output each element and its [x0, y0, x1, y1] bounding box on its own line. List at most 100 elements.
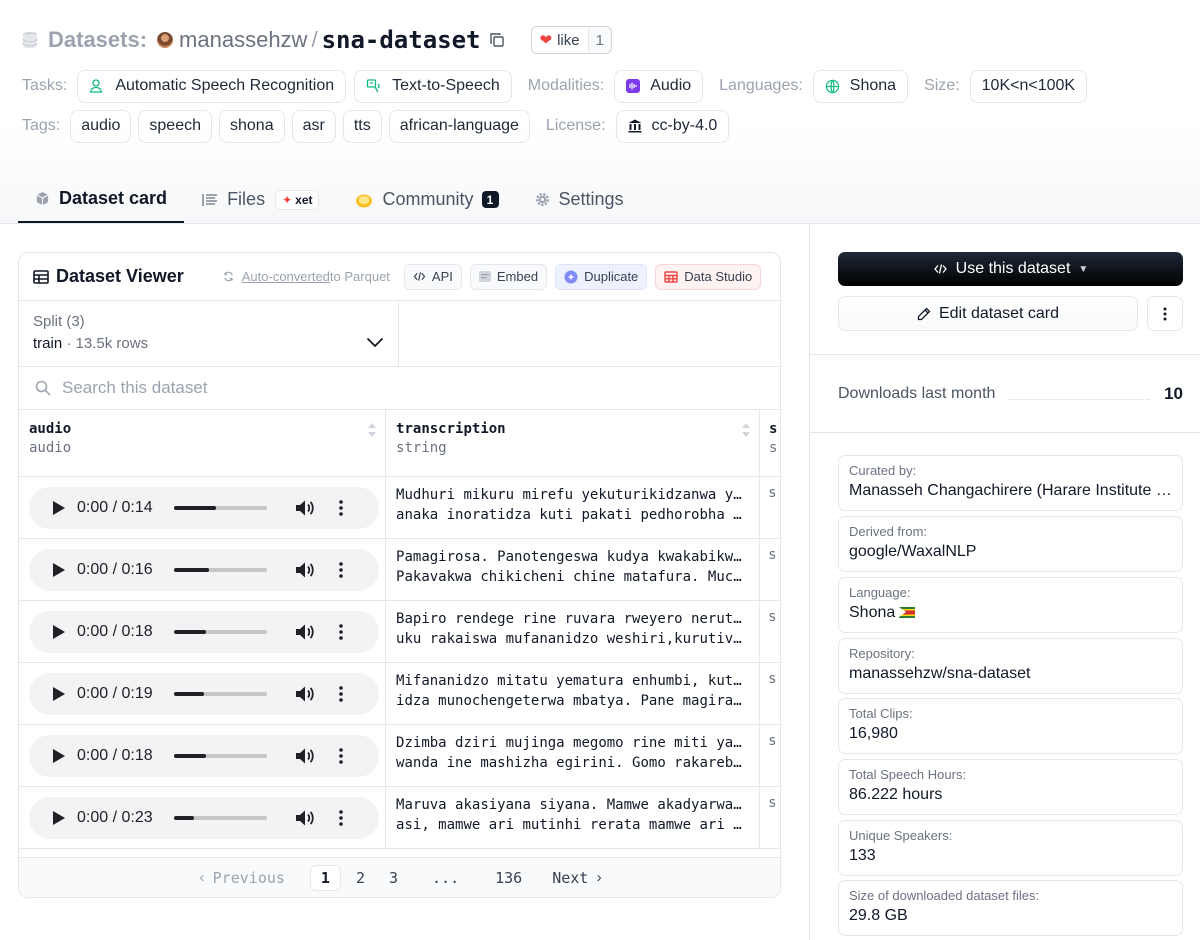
volume-icon[interactable] — [295, 809, 315, 827]
volume-icon[interactable] — [295, 561, 315, 579]
next-page-button[interactable]: Next › — [542, 865, 611, 891]
language-label: Shona — [849, 77, 897, 94]
audio-time: 0:00 / 0:23 — [77, 808, 153, 826]
owner-link[interactable]: manassehzw — [179, 27, 307, 53]
audio-progress-slider[interactable] — [174, 505, 267, 510]
like-button[interactable]: ❤ like 1 — [530, 26, 612, 54]
more-vertical-icon[interactable] — [339, 747, 343, 764]
audio-progress-slider[interactable] — [174, 815, 267, 820]
audio-player[interactable]: 0:00 / 0:14 — [29, 486, 379, 529]
more-vertical-icon[interactable] — [339, 499, 343, 516]
transcription-line: idza munochengeterwa mbatya. Pane magira… — [396, 693, 750, 709]
user-voice-icon — [89, 78, 105, 94]
card-label: Repository: — [849, 646, 915, 661]
more-vertical-icon[interactable] — [339, 809, 343, 826]
license-chip[interactable]: cc-by-4.0 — [615, 109, 730, 143]
play-icon[interactable] — [53, 748, 65, 763]
play-icon[interactable] — [53, 686, 65, 701]
page-button[interactable]: 2 — [346, 865, 375, 891]
transcription-cell[interactable]: Mifananidzo mitatu yematura enhumbi, kut… — [386, 663, 761, 724]
size-chip[interactable]: 10K<n<100K — [969, 69, 1088, 103]
volume-icon[interactable] — [295, 685, 315, 703]
like-main[interactable]: ❤ like — [532, 27, 588, 53]
previous-page-button[interactable]: ‹ Previous — [189, 865, 295, 891]
card-label: Size of downloaded dataset files: — [849, 888, 1040, 903]
more-vertical-icon[interactable] — [339, 561, 343, 578]
tag-chip[interactable]: audio — [70, 109, 132, 143]
table-row[interactable]: 0:00 / 0:19 Mifananidzo mitatu yematura e… — [19, 663, 780, 725]
tab-label: Settings — [558, 189, 624, 209]
section-link[interactable]: Datasets: — [48, 27, 147, 53]
data-studio-button[interactable]: Data Studio — [655, 263, 762, 290]
duplicate-button[interactable]: Duplicate — [555, 263, 648, 290]
tag-chip[interactable]: african-language — [388, 109, 530, 143]
volume-icon[interactable] — [295, 623, 315, 641]
play-icon[interactable] — [53, 810, 65, 825]
search-input[interactable] — [62, 378, 662, 398]
embed-button[interactable]: Embed — [469, 263, 548, 290]
tag-chip[interactable]: speech — [138, 109, 212, 143]
more-vertical-icon[interactable] — [1147, 296, 1183, 331]
play-icon[interactable] — [53, 562, 65, 577]
table-row[interactable]: 0:00 / 0:18 Dzimba dziri mujinga megomo r… — [19, 725, 780, 787]
tab-dataset-card[interactable]: Dataset card — [18, 176, 185, 223]
audio-progress-slider[interactable] — [174, 567, 267, 572]
audio-progress-slider[interactable] — [174, 629, 267, 634]
audio-progress-slider[interactable] — [174, 753, 267, 758]
edit-dataset-card-button[interactable]: Edit dataset card — [838, 296, 1138, 331]
column-header-partial[interactable]: s s — [760, 410, 780, 476]
transcription-cell[interactable]: Pamagirosa. Panotengeswa kudya kwakabikw… — [386, 539, 761, 600]
tab-files[interactable]: Files ✦ xet — [184, 176, 337, 223]
language-chip-shona[interactable]: Shona — [812, 69, 909, 103]
tab-settings[interactable]: Settings — [517, 176, 642, 223]
tag-chip[interactable]: shona — [219, 109, 285, 143]
more-vertical-icon[interactable] — [339, 685, 343, 702]
task-chip-tts[interactable]: Text-to-Speech — [354, 69, 512, 103]
volume-icon[interactable] — [295, 499, 315, 517]
column-header-transcription[interactable]: transcription string — [386, 410, 760, 476]
modality-chip-audio[interactable]: Audio — [614, 69, 704, 103]
card-value: 86.222 hours — [849, 786, 943, 803]
transcription-cell[interactable]: Bapiro rendege rine ruvara rweyero nerut… — [386, 601, 761, 662]
viewer-title: Dataset Viewer — [33, 266, 184, 287]
copy-icon[interactable] — [489, 32, 505, 48]
audio-player[interactable]: 0:00 / 0:19 — [29, 672, 379, 715]
task-chip-asr[interactable]: Automatic Speech Recognition — [77, 69, 347, 103]
table-row[interactable]: 0:00 / 0:14 Mudhuri mikuru mirefu yekutur… — [19, 477, 780, 539]
page-button[interactable]: 3 — [379, 865, 408, 891]
play-icon[interactable] — [53, 500, 65, 515]
table-row[interactable]: 0:00 / 0:18 Bapiro rendege rine ruvara rw… — [19, 601, 780, 663]
like-count[interactable]: 1 — [587, 27, 611, 53]
transcription-line: Pakavakwa chikicheni chine matafura. Muc… — [396, 569, 750, 585]
tab-community[interactable]: Community 1 — [337, 176, 516, 223]
play-icon[interactable] — [53, 624, 65, 639]
tab-label: Community — [382, 189, 474, 209]
table-row[interactable]: 0:00 / 0:23 Maruva akasiyana siyana. Mamw… — [19, 787, 780, 849]
api-button[interactable]: API — [403, 263, 462, 290]
volume-icon[interactable] — [295, 747, 315, 765]
sort-icon[interactable] — [367, 422, 377, 442]
transcription-cell[interactable]: Maruva akasiyana siyana. Mamwe akadyarwa… — [386, 787, 761, 848]
page-button[interactable]: 1 — [309, 864, 341, 891]
table-row[interactable]: 0:00 / 0:16 Pamagirosa. Panotengeswa kudy… — [19, 539, 780, 601]
use-dataset-button[interactable]: Use this dataset ▼ — [838, 252, 1183, 286]
sort-icon[interactable] — [741, 422, 751, 442]
tag-chip[interactable]: tts — [342, 109, 382, 143]
audio-progress-slider[interactable] — [174, 691, 267, 696]
audio-player[interactable]: 0:00 / 0:18 — [29, 610, 379, 653]
repo-name[interactable]: sna-dataset — [322, 26, 481, 54]
size-label: Size: — [924, 77, 960, 94]
transcription-cell[interactable]: Mudhuri mikuru mirefu yekuturikidzanwa y… — [386, 477, 761, 538]
column-header-audio[interactable]: audio audio — [19, 410, 387, 476]
auto-converted-link[interactable]: Auto-converted — [242, 269, 330, 284]
tag-chip[interactable]: asr — [291, 109, 336, 143]
more-vertical-icon[interactable] — [339, 623, 343, 640]
transcription-cell[interactable]: Dzimba dziri mujinga megomo rine miti ya… — [386, 725, 761, 786]
split-select[interactable]: Split (3) train · 13.5k rows — [19, 301, 399, 366]
license-value: cc-by-4.0 — [651, 117, 718, 134]
page-button[interactable]: 136 — [485, 865, 532, 891]
audio-player[interactable]: 0:00 / 0:23 — [29, 796, 379, 839]
audio-player[interactable]: 0:00 / 0:18 — [29, 734, 379, 777]
owner-avatar[interactable] — [157, 32, 174, 48]
audio-player[interactable]: 0:00 / 0:16 — [29, 548, 379, 591]
